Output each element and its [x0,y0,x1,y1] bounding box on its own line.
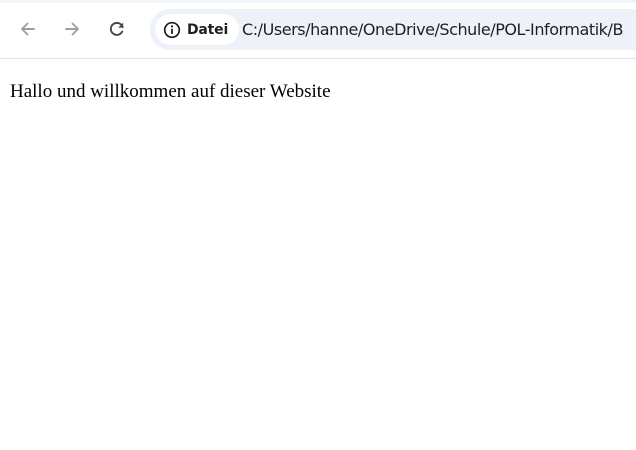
forward-button[interactable] [57,14,87,44]
page-content: Hallo und willkommen auf dieser Website [0,60,636,450]
page-body-text: Hallo und willkommen auf dieser Website [10,81,331,102]
browser-window: Datei C:/Users/hanne/OneDrive/Schule/POL… [0,0,636,450]
reload-button[interactable] [102,14,132,44]
arrow-right-icon [65,22,79,36]
info-icon [163,21,181,38]
arrow-left-icon [21,22,35,36]
browser-toolbar: Datei C:/Users/hanne/OneDrive/Schule/POL… [0,0,636,59]
reload-icon [109,21,124,36]
url-text[interactable]: C:/Users/hanne/OneDrive/Schule/POL-Infor… [242,20,623,39]
site-info-label: Datei [187,21,229,38]
back-button[interactable] [13,14,43,44]
address-bar[interactable]: Datei C:/Users/hanne/OneDrive/Schule/POL… [150,9,636,50]
site-info-chip[interactable]: Datei [155,14,240,45]
toolbar-top-strip [0,0,636,3]
